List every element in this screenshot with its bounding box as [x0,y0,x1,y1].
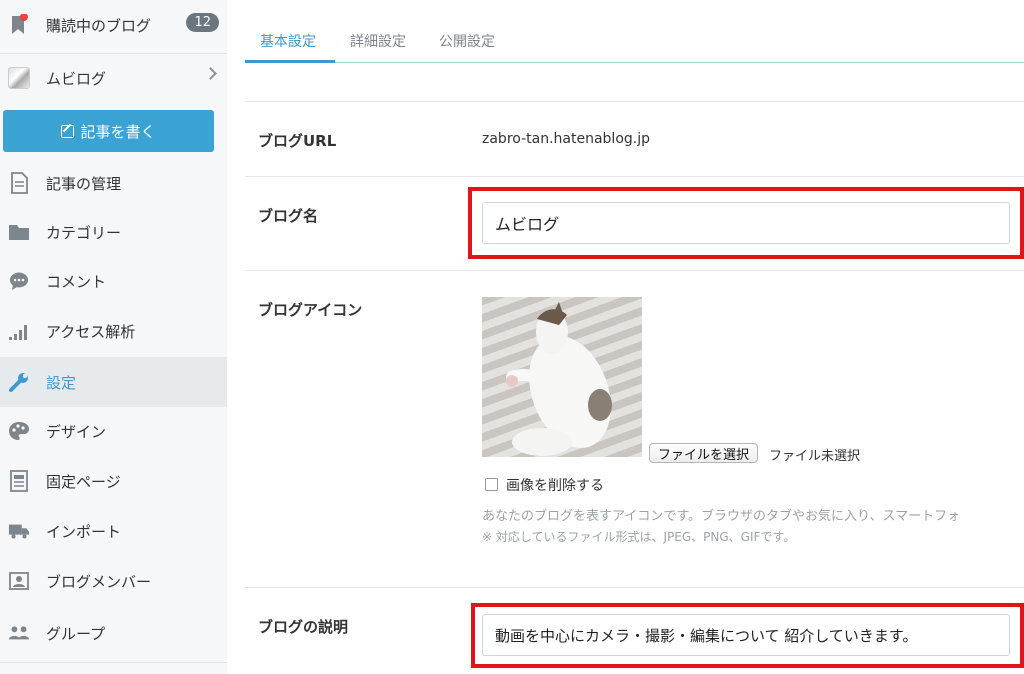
settings-main: 基本設定 詳細設定 公開設定 ブログURL zabro-tan.hatenabl… [227,0,1024,674]
sidebar-item-label: グループ [46,624,106,643]
sidebar-item-label: 購読中のブログ [46,16,152,35]
blog-url-value: zabro-tan.hatenablog.jp [482,131,650,147]
divider [245,270,1024,271]
divider [245,176,1024,177]
sidebar-item-label: カテゴリー [46,223,122,242]
sidebar-item-reading-blogs[interactable]: 購読中のブログ 12 [0,0,227,50]
divider [245,101,1024,102]
sidebar-item-fixed-pages[interactable]: 固定ページ [0,456,227,506]
delete-image-label[interactable]: 画像を削除する [506,475,604,495]
blog-name-input[interactable]: ムビログ [482,202,1010,244]
sidebar-item-categories[interactable]: カテゴリー [0,207,227,257]
sidebar-item-analytics[interactable]: アクセス解析 [0,306,227,356]
sidebar-item-group[interactable]: グループ [0,608,227,658]
sidebar-item-members[interactable]: ブログメンバー [0,556,227,606]
sidebar-item-articles[interactable]: 記事の管理 [0,158,227,208]
sidebar-item-label: インポート [46,522,122,541]
divider [245,587,1024,588]
group-icon [8,622,30,644]
blog-url-label: ブログURL [258,132,337,150]
icon-help-text: あなたのブログを表すアイコンです。ブラウザのタブやお気に入り、スマートフォ [482,509,961,524]
signal-bars-icon [8,320,30,342]
tab-publish-settings[interactable]: 公開設定 [439,31,495,51]
sidebar-item-comments[interactable]: コメント [0,256,227,306]
sidebar-item-label: デザイン [46,422,107,441]
sidebar-item-label: アクセス解析 [46,322,136,341]
sidebar-item-label: コメント [46,272,107,291]
tab-detail-settings[interactable]: 詳細設定 [350,31,406,51]
edit-icon [61,124,75,138]
settings-tabs: 基本設定 詳細設定 公開設定 [245,0,1024,63]
sidebar: 購読中のブログ 12 ムビログ 記事を書く 記事の管理 カテゴリー コメント ア… [0,0,227,674]
page-icon [8,470,30,492]
unread-count-badge: 12 [186,13,219,32]
icon-format-note: ※ 対応しているファイル形式は、JPEG、PNG、GIFです。 [482,530,796,544]
blog-avatar [8,67,30,89]
sidebar-item-label: 設定 [46,373,77,392]
choose-file-button[interactable]: ファイルを選択 [649,443,759,463]
sidebar-item-design[interactable]: デザイン [0,406,227,456]
blog-name-label: ブログ名 [258,207,319,225]
comment-icon [8,270,30,292]
folder-icon [8,221,30,243]
file-status-text: ファイル未選択 [769,449,861,464]
blog-icon-label: ブログアイコン [258,301,363,319]
sidebar-item-label: 記事の管理 [46,174,122,193]
wrench-icon [8,371,30,393]
chevron-right-icon [204,67,217,80]
tab-basic-settings[interactable]: 基本設定 [260,31,316,51]
sidebar-item-settings[interactable]: 設定 [0,357,227,407]
palette-icon [8,420,30,442]
active-tab-indicator [245,60,335,63]
blog-description-input[interactable]: 動画を中心にカメラ・撮影・編集について 紹介していきます。 [482,614,1010,656]
divider [0,662,227,663]
truck-icon [8,520,30,542]
blog-icon-image [482,297,642,457]
document-icon [8,172,30,194]
write-article-label: 記事を書く [80,122,156,141]
sidebar-item-blog[interactable]: ムビログ [0,53,227,103]
app-window: 購読中のブログ 12 ムビログ 記事を書く 記事の管理 カテゴリー コメント ア… [0,0,1024,674]
write-article-button[interactable]: 記事を書く [3,110,214,152]
member-card-icon [8,570,30,592]
sidebar-item-label: 固定ページ [46,472,121,491]
delete-image-checkbox[interactable] [485,478,498,491]
blog-description-label: ブログの説明 [258,618,349,636]
bookmark-icon [8,14,30,36]
sidebar-item-import[interactable]: インポート [0,506,227,556]
sidebar-item-label: ムビログ [46,69,107,88]
sidebar-item-label: ブログメンバー [46,572,152,591]
